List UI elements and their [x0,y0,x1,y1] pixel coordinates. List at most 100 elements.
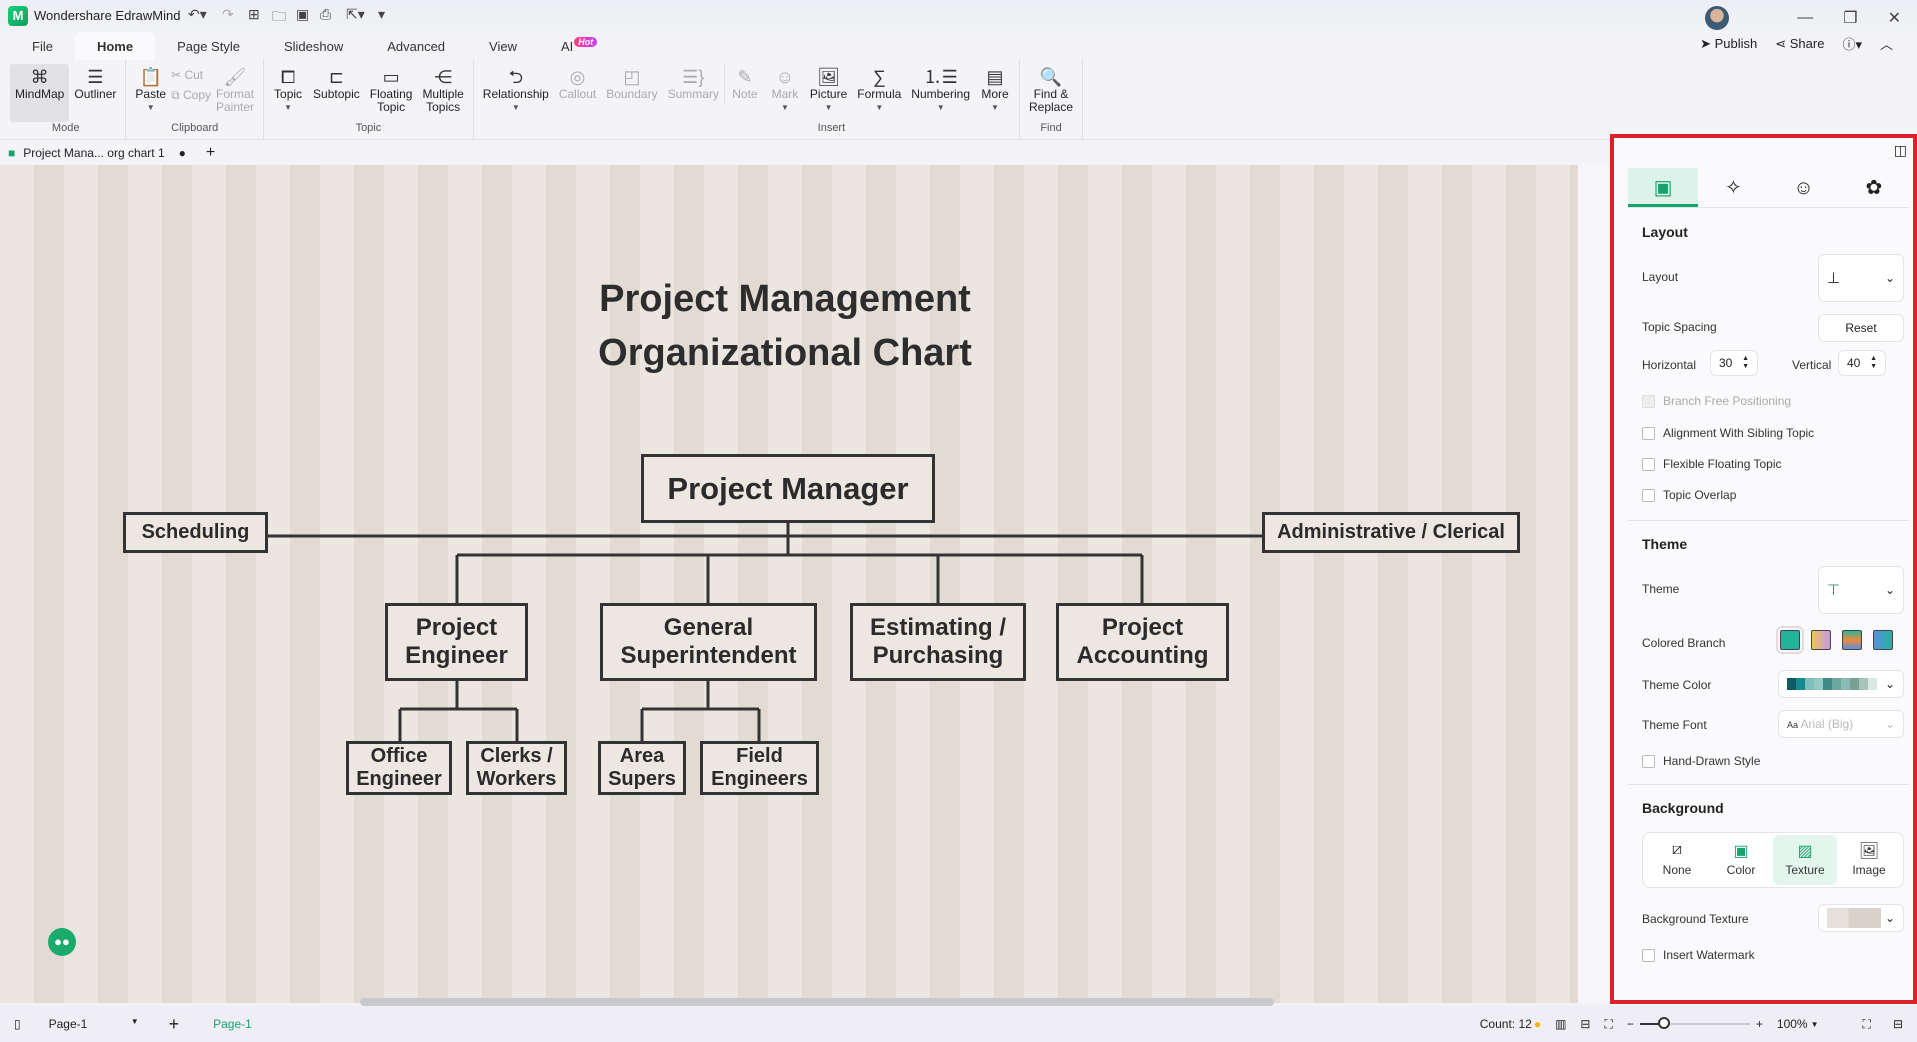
watermark-checkbox[interactable]: Insert Watermark [1642,948,1755,962]
help-icon[interactable]: ⓘ▾ [1842,34,1862,53]
horizontal-label: Horizontal [1642,358,1697,372]
count-label: Count: 12 [1479,1017,1532,1031]
avatar[interactable] [1705,6,1730,30]
chevron-down-icon: ⌄ [1884,717,1895,731]
theme-color-swatch [1859,678,1868,690]
bg-option-label: Color [1726,863,1756,877]
node-level2[interactable]: Estimating / Purchasing [850,603,1026,681]
layout-dropdown[interactable]: ⊥ ⌄ [1818,254,1904,302]
bg-option-label: Image [1852,863,1886,877]
zoom-out-button[interactable]: − [1627,1017,1634,1031]
panel-tab-layout[interactable]: ▣ [1628,168,1699,207]
texture-icon: ▨ [1797,843,1813,860]
checkbox-icon [1642,394,1655,408]
bg-color-option[interactable]: ▣ Color [1709,835,1773,885]
panel-tab-mark[interactable]: ☺ [1769,168,1839,207]
node-level3[interactable]: Field Engineers [700,741,819,795]
background-options: ⧄ None ▣ Color ▨ Texture 🖼 Image [1642,832,1904,888]
bg-none-option[interactable]: ⧄ None [1645,835,1709,885]
close-icon[interactable]: ✕ [1888,8,1901,28]
org-chart-icon: ⊥ [1827,270,1841,287]
theme-preview-icon: ⊤ [1827,582,1841,599]
page-select-value: Page-1 [48,1017,88,1031]
node-level3[interactable]: Clerks / Workers [466,741,567,795]
node-side[interactable]: Administrative / Clerical [1262,512,1520,553]
horizontal-stepper[interactable]: 30 ▲ ▼ [1710,350,1758,376]
node-line: Accounting [1076,642,1209,669]
theme-font-dropdown[interactable]: Aa Arial (Big) ⌄ [1778,710,1904,738]
fit-page-icon[interactable]: ⊟ [1580,1017,1590,1031]
chart-title-line-1: Project Management [599,278,971,320]
zoom-level[interactable]: 100% [1777,1017,1808,1031]
hand-drawn-checkbox[interactable]: Hand-Drawn Style [1642,754,1760,768]
node-level3[interactable]: Office Engineer [346,741,452,795]
node-level2[interactable]: General Superintendent [600,603,817,681]
properties-panel: ◫ ▣ ✧ ☺ ✿ Layout Layout ⊥ ⌄ Topic Spacing… [1610,134,1917,1004]
share-button[interactable]: ⋖ Share [1775,36,1824,52]
page-select[interactable]: Page-1 ▼ [49,1017,139,1031]
share-icon: ⋖ [1775,35,1790,51]
fullscreen-icon[interactable]: ⛶ [1863,1017,1871,1032]
node-line: Area [619,745,665,767]
background-texture-label: Background Texture [1642,912,1749,926]
branch-style-option[interactable] [1842,630,1862,650]
topic-overlap-checkbox[interactable]: Topic Overlap [1642,488,1736,502]
theme-color-dropdown[interactable]: ⌄ [1778,670,1904,698]
checkbox-icon [1642,948,1655,962]
node-line: General [663,614,754,642]
alignment-checkbox[interactable]: Alignment With Sibling Topic [1642,426,1814,440]
node-root[interactable]: Project Manager [641,454,935,523]
reset-button[interactable]: Reset [1818,314,1904,342]
chevron-down-icon: ▼ [1810,1019,1819,1029]
book-view-icon[interactable]: ▥ [1555,1017,1566,1031]
node-level2[interactable]: Project Accounting [1056,603,1229,681]
assistant-bot-icon[interactable]: ●● [48,928,76,956]
section-layout: Layout [1642,224,1688,240]
page-tab[interactable]: Page-1 [213,1017,252,1031]
vertical-value: 40 [1847,356,1861,370]
vertical-stepper[interactable]: 40 ▲ ▼ [1838,350,1886,376]
branch-style-option[interactable] [1811,630,1831,650]
restore-icon[interactable]: ❐ [1843,8,1857,28]
chart-title[interactable]: Project Management Organizational Chart [400,272,1170,380]
fit-width-icon[interactable]: ⛶ [1604,1017,1612,1032]
collapse-ribbon-icon[interactable]: ︿ [1880,34,1893,53]
panel-tab-settings[interactable]: ✿ [1839,168,1909,207]
theme-color-swatch [1841,678,1850,690]
theme-color-swatch [1868,678,1877,690]
branch-style-option[interactable] [1873,630,1893,650]
none-icon: ⧄ [1671,841,1683,858]
bg-texture-option[interactable]: ▨ Texture [1773,835,1837,885]
background-texture-dropdown[interactable]: ⌄ [1818,904,1904,932]
panel-toggle-icon[interactable]: ◫ [1894,142,1907,159]
checkbox-icon [1642,426,1655,440]
divider [1628,520,1909,521]
page-panel-icon[interactable]: ▯ [14,1017,21,1031]
branch-style-option[interactable] [1776,626,1804,654]
colored-branch-options [1776,626,1893,654]
checkbox-icon [1642,457,1655,471]
zoom-in-button[interactable]: + [1756,1017,1763,1031]
panel-tab-ai-style[interactable]: ✧ [1698,168,1768,207]
node-side[interactable]: Scheduling [123,512,268,553]
font-icon: Aa [1787,720,1801,730]
flexible-floating-checkbox[interactable]: Flexible Floating Topic [1642,457,1782,471]
collapse-panel-icon[interactable]: ⊟ [1893,1017,1903,1031]
theme-color-swatch [1805,678,1814,690]
add-page-button[interactable]: + [169,1014,180,1035]
publish-button[interactable]: ➤ Publish [1700,36,1757,52]
zoom-slider[interactable] [1639,1017,1750,1029]
zoom-slider-handle[interactable] [1657,1017,1670,1029]
section-background: Background [1642,800,1724,816]
layout-label: Layout [1642,270,1679,284]
theme-color-label: Theme Color [1642,678,1712,692]
bg-image-option[interactable]: 🖼 Image [1837,835,1901,885]
theme-dropdown[interactable]: ⊤ ⌄ [1818,566,1904,614]
minimize-icon[interactable]: — [1797,9,1813,27]
node-level2[interactable]: Project Engineer [385,603,528,681]
chevron-down-icon: ⌄ [1884,271,1895,285]
stepper-arrows-icon: ▲ ▼ [1742,355,1749,370]
branch-free-checkbox[interactable]: Branch Free Positioning [1642,394,1791,408]
node-level3[interactable]: Area Supers [598,741,686,795]
node-line: Office [370,745,428,767]
